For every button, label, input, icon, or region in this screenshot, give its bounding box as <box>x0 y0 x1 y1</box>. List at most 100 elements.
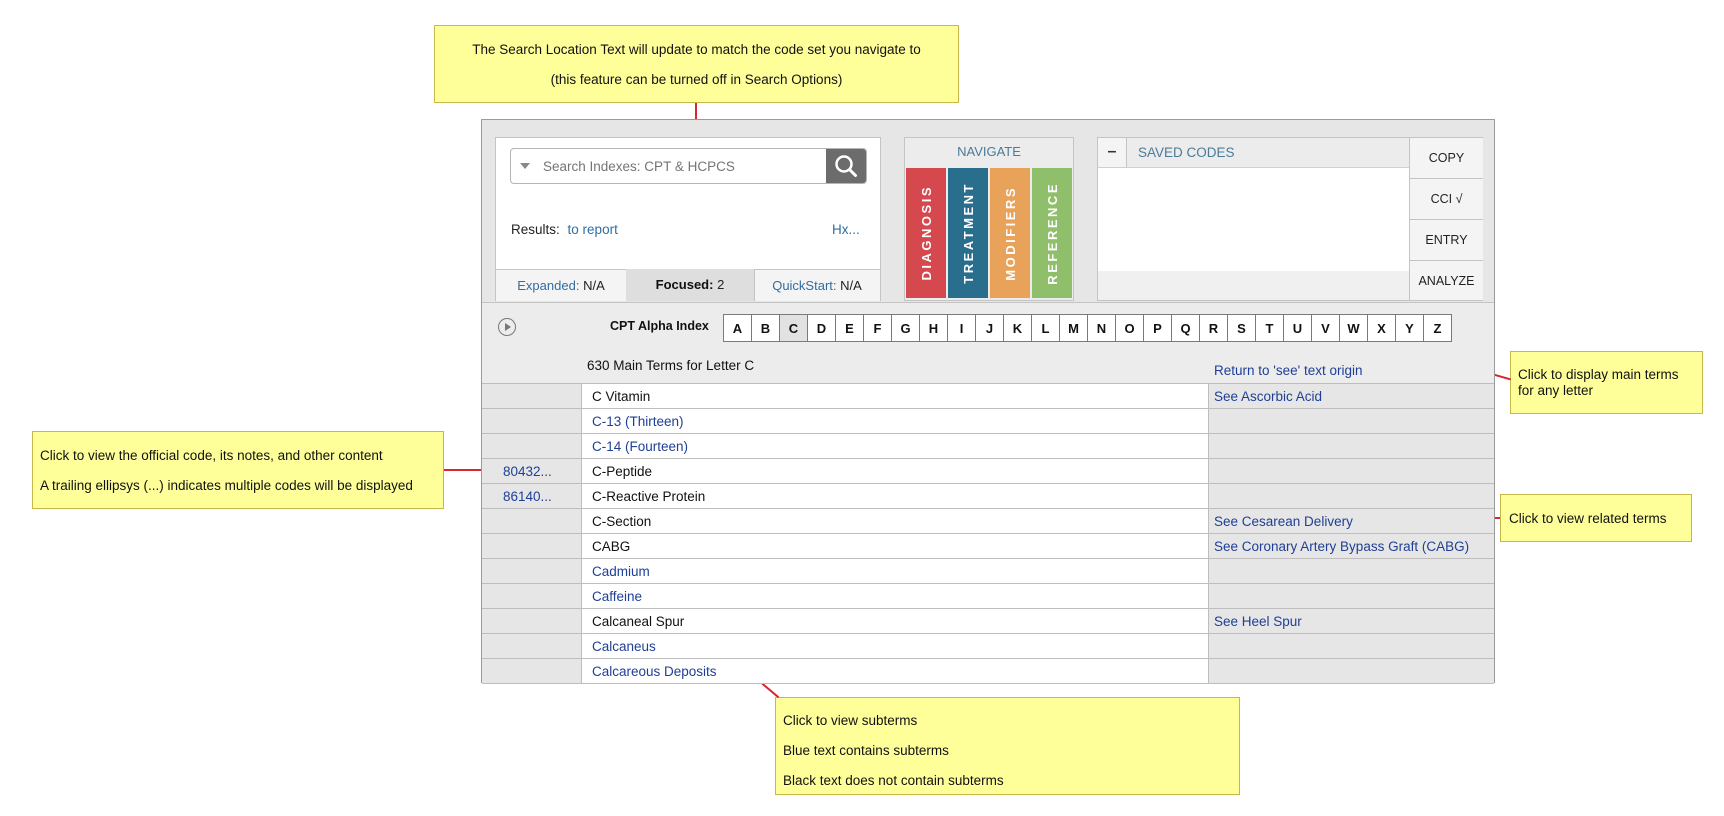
dropdown-triangle-icon[interactable] <box>520 163 530 169</box>
nav-diagnosis[interactable]: DIAGNOSIS <box>906 168 946 298</box>
tab-label: QuickStart: <box>772 278 837 293</box>
callout-text: A trailing ellipsys (...) indicates mult… <box>40 478 413 493</box>
letter-button-u[interactable]: U <box>1283 314 1312 342</box>
letter-button-g[interactable]: G <box>891 314 920 342</box>
cci-button[interactable]: CCI √ <box>1410 179 1483 220</box>
letter-button-q[interactable]: Q <box>1171 314 1200 342</box>
navigate-panel: NAVIGATE DIAGNOSIS TREATMENT MODIFIERS R… <box>904 137 1074 301</box>
term-cell[interactable]: Caffeine <box>582 584 1209 609</box>
letter-button-b[interactable]: B <box>751 314 780 342</box>
letter-button-i[interactable]: I <box>947 314 976 342</box>
letter-button-t[interactable]: T <box>1255 314 1284 342</box>
letter-button-h[interactable]: H <box>919 314 948 342</box>
callout-text: for any letter <box>1518 383 1594 398</box>
search-box <box>510 148 867 184</box>
term-cell[interactable]: C Vitamin <box>582 384 1209 409</box>
table-row: 86140... C-Reactive Protein <box>482 484 1494 509</box>
letter-button-y[interactable]: Y <box>1395 314 1424 342</box>
letter-button-r[interactable]: R <box>1199 314 1228 342</box>
term-cell[interactable]: Calcaneus <box>582 634 1209 659</box>
code-cell[interactable]: 80432... <box>482 459 582 484</box>
play-icon[interactable] <box>498 318 516 336</box>
tab-expanded[interactable]: Expanded: N/A <box>496 270 627 301</box>
collapse-button[interactable]: – <box>1098 138 1127 167</box>
letter-button-w[interactable]: W <box>1339 314 1368 342</box>
letter-button-n[interactable]: N <box>1087 314 1116 342</box>
alpha-index-title: CPT Alpha Index <box>610 319 709 333</box>
search-input[interactable] <box>541 149 825 183</box>
term-cell[interactable]: C-Peptide <box>582 459 1209 484</box>
tab-focused[interactable]: Focused: 2 <box>626 269 755 301</box>
saved-codes-list[interactable] <box>1098 168 1409 271</box>
term-cell[interactable]: CABG <box>582 534 1209 559</box>
letter-button-f[interactable]: F <box>863 314 892 342</box>
letter-button-e[interactable]: E <box>835 314 864 342</box>
callout-text: Click to view related terms <box>1509 511 1667 526</box>
saved-codes-buttons: COPY CCI √ ENTRY ANALYZE <box>1409 138 1483 300</box>
list-header-count: 630 Main Terms for Letter C <box>587 358 755 373</box>
callout-search-location: The Search Location Text will update to … <box>434 25 959 103</box>
table-row: 80432... C-Peptide <box>482 459 1494 484</box>
alpha-index-bar: CPT Alpha Index ABCDEFGHIJKLMNOPQRSTUVWX… <box>482 302 1494 354</box>
table-row: Caffeine <box>482 584 1494 609</box>
entry-button[interactable]: ENTRY <box>1410 220 1483 261</box>
list-header: 630 Main Terms for Letter C Return to 's… <box>482 353 1494 384</box>
code-cell[interactable]: 86140... <box>482 484 582 509</box>
saved-codes-panel: – SAVED CODES COPY CCI √ ENTRY ANALYZE <box>1097 137 1483 301</box>
callout-related-terms: Click to view related terms <box>1500 494 1692 542</box>
letter-button-s[interactable]: S <box>1227 314 1256 342</box>
letter-button-o[interactable]: O <box>1115 314 1144 342</box>
term-cell[interactable]: C-Section <box>582 509 1209 534</box>
code-cell <box>482 409 582 434</box>
letter-button-c[interactable]: C <box>779 314 808 342</box>
nav-label: REFERENCE <box>1044 181 1060 285</box>
term-cell[interactable]: Calcareous Deposits <box>582 659 1209 684</box>
letter-button-a[interactable]: A <box>723 314 752 342</box>
saved-codes-footer <box>1098 271 1409 300</box>
term-cell[interactable]: Cadmium <box>582 559 1209 584</box>
letter-button-m[interactable]: M <box>1059 314 1088 342</box>
see-reference-cell[interactable]: See Heel Spur <box>1209 609 1494 634</box>
letter-button-l[interactable]: L <box>1031 314 1060 342</box>
table-row: C-14 (Fourteen) <box>482 434 1494 459</box>
nav-modifiers[interactable]: MODIFIERS <box>990 168 1030 298</box>
callout-text: Black text does not contain subterms <box>783 773 1004 788</box>
nav-label: DIAGNOSIS <box>918 185 934 281</box>
analyze-button[interactable]: ANALYZE <box>1410 261 1483 300</box>
tab-value: N/A <box>840 278 862 293</box>
see-reference-cell[interactable]: See Ascorbic Acid <box>1209 384 1494 409</box>
letter-button-d[interactable]: D <box>807 314 836 342</box>
history-link[interactable]: Hx... <box>832 222 860 237</box>
tab-label: Expanded: <box>517 278 580 293</box>
copy-button[interactable]: COPY <box>1410 138 1483 179</box>
nav-label: TREATMENT <box>960 182 976 284</box>
term-cell[interactable]: C-Reactive Protein <box>582 484 1209 509</box>
return-link[interactable]: Return to 'see' text origin <box>1214 363 1362 378</box>
letter-button-k[interactable]: K <box>1003 314 1032 342</box>
see-reference-cell <box>1209 584 1494 609</box>
tab-value: N/A <box>583 278 605 293</box>
terms-list: 630 Main Terms for Letter C Return to 's… <box>482 353 1494 684</box>
letter-button-j[interactable]: J <box>975 314 1004 342</box>
search-panel: Results: to report Hx... Expanded: N/A F… <box>495 137 881 301</box>
see-reference-cell[interactable]: See Coronary Artery Bypass Graft (CABG) <box>1209 534 1494 559</box>
code-cell <box>482 584 582 609</box>
nav-treatment[interactable]: TREATMENT <box>948 168 988 298</box>
magnifier-icon <box>835 155 857 177</box>
nav-label: MODIFIERS <box>1002 185 1018 281</box>
tab-quickstart[interactable]: QuickStart: N/A <box>754 270 880 301</box>
term-cell[interactable]: C-13 (Thirteen) <box>582 409 1209 434</box>
search-button[interactable] <box>826 149 866 183</box>
letter-button-p[interactable]: P <box>1143 314 1172 342</box>
code-cell <box>482 434 582 459</box>
term-cell[interactable]: C-14 (Fourteen) <box>582 434 1209 459</box>
see-reference-cell[interactable]: See Cesarean Delivery <box>1209 509 1494 534</box>
letter-button-x[interactable]: X <box>1367 314 1396 342</box>
letter-button-v[interactable]: V <box>1311 314 1340 342</box>
letter-button-z[interactable]: Z <box>1423 314 1452 342</box>
table-row: Calcaneal Spur See Heel Spur <box>482 609 1494 634</box>
cpt-index-window: Results: to report Hx... Expanded: N/A F… <box>481 119 1495 684</box>
results-link[interactable]: to report <box>568 222 618 237</box>
nav-reference[interactable]: REFERENCE <box>1032 168 1072 298</box>
term-cell[interactable]: Calcaneal Spur <box>582 609 1209 634</box>
